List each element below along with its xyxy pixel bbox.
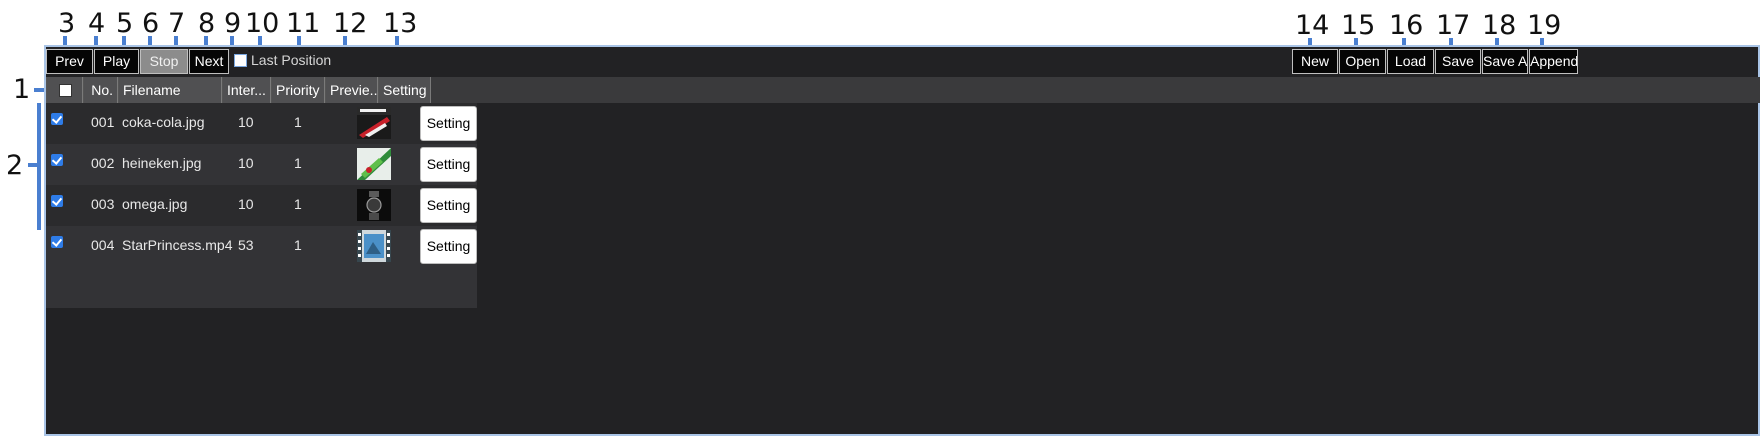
- callout-5: 5: [116, 8, 134, 39]
- preview-thumbnail: [357, 148, 391, 180]
- stop-button[interactable]: Stop: [140, 49, 188, 74]
- table-row[interactable]: 002 heineken.jpg 10 1 Setting: [46, 144, 477, 185]
- prev-button[interactable]: Prev: [46, 49, 93, 74]
- callout-3: 3: [58, 8, 76, 39]
- open-button[interactable]: Open: [1339, 49, 1386, 74]
- row-setting-button[interactable]: Setting: [420, 188, 477, 223]
- playlist-window: Prev Play Stop Next Last Position New Op…: [44, 45, 1760, 436]
- row-checkbox[interactable]: [51, 113, 63, 125]
- row-setting-button[interactable]: Setting: [420, 147, 477, 182]
- new-row-placeholder[interactable]: [46, 267, 477, 308]
- callout-10: 10: [245, 8, 280, 39]
- new-button[interactable]: New: [1292, 49, 1338, 74]
- callout-15: 15: [1341, 10, 1376, 41]
- callout-17: 17: [1436, 10, 1471, 41]
- cell-priority: 1: [294, 114, 302, 130]
- callout-14: 14: [1295, 10, 1330, 41]
- cell-no: 003: [91, 196, 115, 212]
- column-header-priority[interactable]: Priority: [271, 77, 325, 103]
- callout-16: 16: [1389, 10, 1424, 41]
- cell-priority: 1: [294, 237, 302, 253]
- callout-12: 12: [333, 8, 368, 39]
- callout-13: 13: [383, 8, 418, 39]
- cell-no: 004: [91, 237, 115, 253]
- playlist-grid-header: No. Filename Inter... Priority Previe...…: [46, 77, 1760, 103]
- callout-6: 6: [142, 8, 160, 39]
- row-setting-button[interactable]: Setting: [420, 106, 477, 141]
- cell-filename: omega.jpg: [122, 196, 188, 212]
- callout-8: 8: [198, 8, 216, 39]
- column-header-setting[interactable]: Setting: [378, 77, 431, 103]
- play-button[interactable]: Play: [94, 49, 139, 74]
- table-row[interactable]: 003 omega.jpg 10 1 Setting: [46, 185, 477, 226]
- select-all-header: [46, 77, 83, 103]
- select-all-checkbox[interactable]: [59, 84, 72, 97]
- cell-interval: 10: [238, 155, 254, 171]
- video-thumbnail-icon: [357, 230, 391, 262]
- table-row[interactable]: 004 StarPrincess.mp4 53 1 Setting: [46, 226, 477, 267]
- callout-9: 9: [224, 8, 242, 39]
- cell-filename: heineken.jpg: [122, 155, 202, 171]
- preview-thumbnail: [357, 107, 391, 139]
- column-header-interval[interactable]: Inter...: [222, 77, 271, 103]
- playlist-rows: 001 coka-cola.jpg 10 1 Setting 002 heine…: [46, 103, 477, 333]
- save-button[interactable]: Save: [1435, 49, 1481, 74]
- cell-no: 001: [91, 114, 115, 130]
- callout-4: 4: [88, 8, 106, 39]
- cell-filename: StarPrincess.mp4: [122, 237, 233, 253]
- column-header-filename[interactable]: Filename: [118, 77, 222, 103]
- row-setting-button[interactable]: Setting: [420, 229, 477, 264]
- next-button[interactable]: Next: [189, 49, 229, 74]
- callout-11: 11: [286, 8, 321, 39]
- callout-18: 18: [1482, 10, 1517, 41]
- last-position-checkbox[interactable]: [234, 54, 247, 67]
- row-checkbox[interactable]: [51, 236, 63, 248]
- callout-1: 1: [13, 74, 31, 105]
- callout-7: 7: [168, 8, 186, 39]
- cell-filename: coka-cola.jpg: [122, 114, 205, 130]
- last-position-label: Last Position: [251, 52, 332, 68]
- row-checkbox[interactable]: [51, 154, 63, 166]
- column-header-preview[interactable]: Previe...: [325, 77, 378, 103]
- cell-priority: 1: [294, 155, 302, 171]
- cell-no: 002: [91, 155, 115, 171]
- cell-interval: 10: [238, 196, 254, 212]
- bracket-2-tick: [28, 163, 38, 167]
- row-checkbox[interactable]: [51, 195, 63, 207]
- cell-priority: 1: [294, 196, 302, 212]
- toolbar: Prev Play Stop Next Last Position New Op…: [46, 47, 1758, 76]
- cell-interval: 53: [238, 237, 254, 253]
- save-as-button[interactable]: Save As: [1482, 49, 1528, 74]
- cell-interval: 10: [238, 114, 254, 130]
- table-row[interactable]: 001 coka-cola.jpg 10 1 Setting: [46, 103, 477, 144]
- callout-2: 2: [6, 150, 24, 181]
- append-button[interactable]: Append: [1529, 49, 1578, 74]
- preview-thumbnail: [357, 189, 391, 221]
- load-button[interactable]: Load: [1387, 49, 1434, 74]
- column-header-no[interactable]: No.: [83, 77, 118, 103]
- callout-19: 19: [1527, 10, 1562, 41]
